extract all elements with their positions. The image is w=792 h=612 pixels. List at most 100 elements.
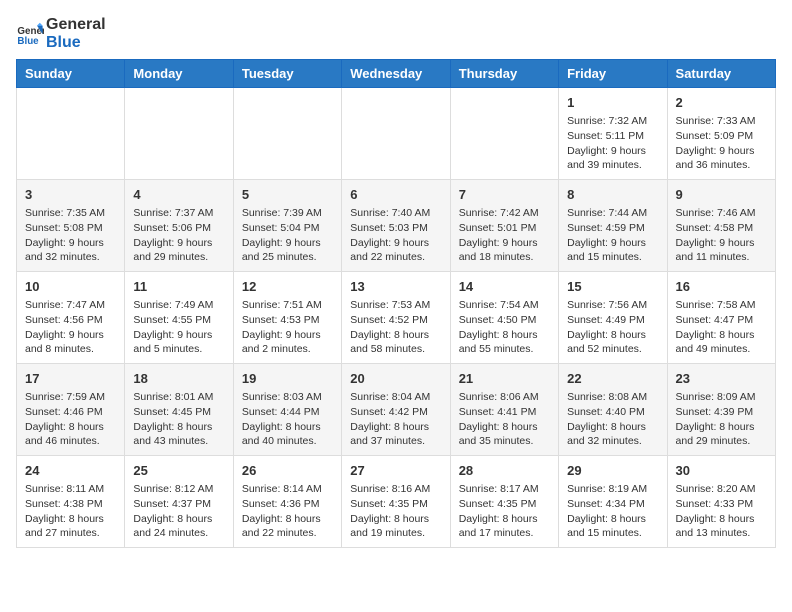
calendar-cell: 11 Sunrise: 7:49 AM Sunset: 4:55 PM Dayli… [125,272,233,364]
calendar-cell: 12 Sunrise: 7:51 AM Sunset: 4:53 PM Dayli… [233,272,341,364]
calendar-cell: 19 Sunrise: 8:03 AM Sunset: 4:44 PM Dayli… [233,364,341,456]
day-header-saturday: Saturday [667,60,775,88]
day-info: Sunrise: 8:06 AM Sunset: 4:41 PM Dayligh… [459,390,550,449]
calendar-cell: 3 Sunrise: 7:35 AM Sunset: 5:08 PM Daylig… [17,180,125,272]
day-info: Sunrise: 8:09 AM Sunset: 4:39 PM Dayligh… [676,390,767,449]
day-number: 21 [459,370,550,388]
day-number: 23 [676,370,767,388]
day-number: 19 [242,370,333,388]
calendar-cell: 14 Sunrise: 7:54 AM Sunset: 4:50 PM Dayli… [450,272,558,364]
day-number: 27 [350,462,441,480]
day-number: 5 [242,186,333,204]
day-info: Sunrise: 7:40 AM Sunset: 5:03 PM Dayligh… [350,206,441,265]
calendar-cell: 16Sunrise: 7:58 AM Sunset: 4:47 PM Dayli… [667,272,775,364]
calendar-cell: 8 Sunrise: 7:44 AM Sunset: 4:59 PM Daylig… [559,180,667,272]
day-header-friday: Friday [559,60,667,88]
day-info: Sunrise: 7:53 AM Sunset: 4:52 PM Dayligh… [350,298,441,357]
calendar-cell: 18Sunrise: 8:01 AM Sunset: 4:45 PM Dayli… [125,364,233,456]
day-info: Sunrise: 7:46 AM Sunset: 4:58 PM Dayligh… [676,206,767,265]
calendar-cell: 20 Sunrise: 8:04 AM Sunset: 4:42 PM Dayli… [342,364,450,456]
calendar-cell: 5 Sunrise: 7:39 AM Sunset: 5:04 PM Daylig… [233,180,341,272]
day-number: 25 [133,462,224,480]
calendar-cell: 21 Sunrise: 8:06 AM Sunset: 4:41 PM Dayli… [450,364,558,456]
day-info: Sunrise: 8:04 AM Sunset: 4:42 PM Dayligh… [350,390,441,449]
day-number: 20 [350,370,441,388]
day-info: Sunrise: 7:59 AM Sunset: 4:46 PM Dayligh… [25,390,116,449]
day-header-tuesday: Tuesday [233,60,341,88]
calendar-cell: 17 Sunrise: 7:59 AM Sunset: 4:46 PM Dayli… [17,364,125,456]
calendar-cell: 6 Sunrise: 7:40 AM Sunset: 5:03 PM Daylig… [342,180,450,272]
calendar-cell: 7 Sunrise: 7:42 AM Sunset: 5:01 PM Daylig… [450,180,558,272]
day-number: 1 [567,94,658,112]
header: General Blue General Blue [16,16,776,51]
day-number: 14 [459,278,550,296]
logo-text: General Blue [46,16,106,51]
day-info: Sunrise: 8:12 AM Sunset: 4:37 PM Dayligh… [133,482,224,541]
day-number: 24 [25,462,116,480]
calendar-cell: 1Sunrise: 7:32 AM Sunset: 5:11 PM Daylig… [559,88,667,180]
calendar-cell [17,88,125,180]
day-info: Sunrise: 8:08 AM Sunset: 4:40 PM Dayligh… [567,390,658,449]
calendar-cell: 22 Sunrise: 8:08 AM Sunset: 4:40 PM Dayli… [559,364,667,456]
day-number: 15 [567,278,658,296]
day-info: Sunrise: 7:51 AM Sunset: 4:53 PM Dayligh… [242,298,333,357]
calendar-week-4: 24 Sunrise: 8:11 AM Sunset: 4:38 PM Dayli… [17,455,776,547]
day-info: Sunrise: 8:19 AM Sunset: 4:34 PM Dayligh… [567,482,658,541]
calendar-week-3: 17 Sunrise: 7:59 AM Sunset: 4:46 PM Dayli… [17,364,776,456]
day-number: 16 [676,278,767,296]
calendar-week-1: 3 Sunrise: 7:35 AM Sunset: 5:08 PM Daylig… [17,180,776,272]
day-header-sunday: Sunday [17,60,125,88]
calendar-week-0: 1Sunrise: 7:32 AM Sunset: 5:11 PM Daylig… [17,88,776,180]
calendar-cell: 10Sunrise: 7:47 AM Sunset: 4:56 PM Dayli… [17,272,125,364]
day-info: Sunrise: 8:03 AM Sunset: 4:44 PM Dayligh… [242,390,333,449]
day-info: Sunrise: 8:17 AM Sunset: 4:35 PM Dayligh… [459,482,550,541]
logo-icon: General Blue [16,20,44,48]
day-number: 13 [350,278,441,296]
day-info: Sunrise: 8:16 AM Sunset: 4:35 PM Dayligh… [350,482,441,541]
day-info: Sunrise: 7:35 AM Sunset: 5:08 PM Dayligh… [25,206,116,265]
calendar-cell: 24 Sunrise: 8:11 AM Sunset: 4:38 PM Dayli… [17,455,125,547]
day-number: 22 [567,370,658,388]
day-number: 2 [676,94,767,112]
calendar-cell [125,88,233,180]
day-info: Sunrise: 7:49 AM Sunset: 4:55 PM Dayligh… [133,298,224,357]
day-header-monday: Monday [125,60,233,88]
calendar-cell: 13 Sunrise: 7:53 AM Sunset: 4:52 PM Dayli… [342,272,450,364]
day-info: Sunrise: 8:01 AM Sunset: 4:45 PM Dayligh… [133,390,224,449]
day-number: 4 [133,186,224,204]
calendar-header-row: SundayMondayTuesdayWednesdayThursdayFrid… [17,60,776,88]
day-number: 17 [25,370,116,388]
day-number: 10 [25,278,116,296]
svg-text:Blue: Blue [17,35,39,46]
day-number: 12 [242,278,333,296]
day-info: Sunrise: 7:33 AM Sunset: 5:09 PM Dayligh… [676,114,767,173]
day-number: 26 [242,462,333,480]
calendar-cell: 9 Sunrise: 7:46 AM Sunset: 4:58 PM Daylig… [667,180,775,272]
calendar-cell [450,88,558,180]
calendar-week-2: 10Sunrise: 7:47 AM Sunset: 4:56 PM Dayli… [17,272,776,364]
calendar-cell: 27 Sunrise: 8:16 AM Sunset: 4:35 PM Dayli… [342,455,450,547]
day-number: 28 [459,462,550,480]
day-info: Sunrise: 8:11 AM Sunset: 4:38 PM Dayligh… [25,482,116,541]
calendar-cell: 4 Sunrise: 7:37 AM Sunset: 5:06 PM Daylig… [125,180,233,272]
calendar-table: SundayMondayTuesdayWednesdayThursdayFrid… [16,59,776,548]
day-number: 7 [459,186,550,204]
day-info: Sunrise: 7:37 AM Sunset: 5:06 PM Dayligh… [133,206,224,265]
calendar-cell: 28 Sunrise: 8:17 AM Sunset: 4:35 PM Dayli… [450,455,558,547]
calendar-cell [342,88,450,180]
day-number: 8 [567,186,658,204]
calendar-cell: 29 Sunrise: 8:19 AM Sunset: 4:34 PM Dayli… [559,455,667,547]
day-info: Sunrise: 7:42 AM Sunset: 5:01 PM Dayligh… [459,206,550,265]
calendar-cell [233,88,341,180]
day-number: 3 [25,186,116,204]
day-number: 9 [676,186,767,204]
day-number: 29 [567,462,658,480]
day-number: 6 [350,186,441,204]
day-info: Sunrise: 7:54 AM Sunset: 4:50 PM Dayligh… [459,298,550,357]
day-number: 11 [133,278,224,296]
day-info: Sunrise: 8:20 AM Sunset: 4:33 PM Dayligh… [676,482,767,541]
calendar-cell: 2 Sunrise: 7:33 AM Sunset: 5:09 PM Daylig… [667,88,775,180]
day-info: Sunrise: 7:44 AM Sunset: 4:59 PM Dayligh… [567,206,658,265]
day-info: Sunrise: 7:39 AM Sunset: 5:04 PM Dayligh… [242,206,333,265]
calendar-cell: 15Sunrise: 7:56 AM Sunset: 4:49 PM Dayli… [559,272,667,364]
